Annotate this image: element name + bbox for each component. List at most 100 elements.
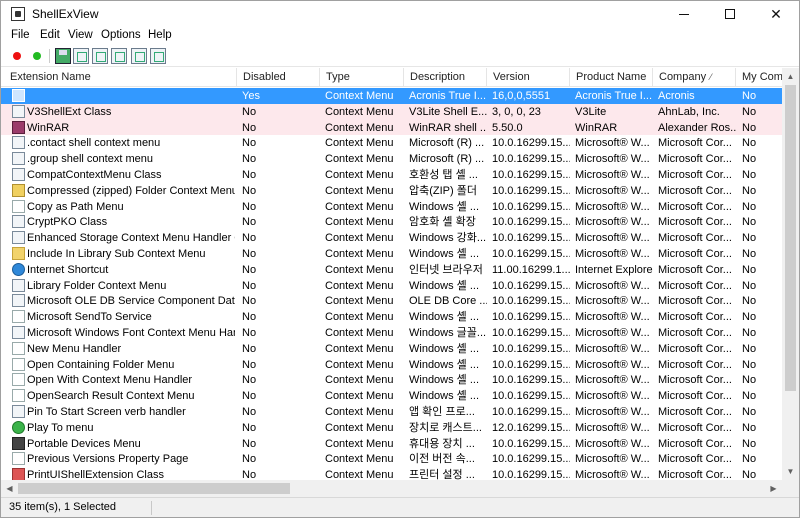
- blank-icon: [12, 199, 25, 213]
- table-row[interactable]: Yes Context Menu Acronis True I... 16,0,0,5…: [1, 88, 782, 104]
- cell-disabled: No: [242, 137, 257, 150]
- cell-mycomp: No: [742, 374, 757, 387]
- app-icon[interactable]: [11, 7, 25, 21]
- cell-name: Internet Shortcut: [27, 263, 109, 276]
- app-window: ShellExView ✕ File Edit View Options Hel…: [0, 0, 800, 518]
- disable-red-dot-icon[interactable]: [9, 48, 25, 64]
- cell-company: Microsoft Cor...: [658, 137, 732, 150]
- cell-company: Alexander Ros...: [658, 121, 736, 134]
- table-row[interactable]: V3ShellExt Class No Context Menu V3Lite She…: [1, 103, 782, 120]
- menu-file[interactable]: File: [11, 28, 30, 42]
- cell-desc: 암호화 셸 확장: [409, 216, 476, 229]
- menu-options[interactable]: Options: [101, 28, 141, 42]
- scroll-down-arrow-icon[interactable]: ▼: [782, 463, 799, 480]
- table-row[interactable]: .contact shell context menu No Context Men…: [1, 135, 782, 151]
- cell-desc: Windows 셸 ...: [409, 358, 480, 371]
- extensions-list[interactable]: Extension Name Disabled Type Description…: [1, 68, 782, 480]
- cell-type: Context Menu: [325, 374, 394, 387]
- properties-icon[interactable]: [111, 48, 127, 64]
- scroll-up-arrow-icon[interactable]: ▲: [782, 68, 799, 85]
- refresh-icon[interactable]: [73, 48, 89, 64]
- column-type[interactable]: Type: [320, 68, 404, 87]
- cell-disabled: No: [242, 295, 257, 308]
- cell-mycomp: No: [742, 105, 757, 118]
- column-my-computer[interactable]: My Com: [736, 68, 782, 87]
- cell-name: CryptPKO Class: [27, 216, 108, 229]
- table-row[interactable]: Microsoft OLE DB Service Component Data …: [1, 293, 782, 309]
- title-bar[interactable]: ShellExView ✕: [1, 1, 799, 27]
- table-row[interactable]: Internet Shortcut No Context Menu 인터넷 브라우저 1…: [1, 262, 782, 278]
- zip-icon: [12, 183, 25, 197]
- horizontal-scrollbar[interactable]: ◀ ▶: [1, 480, 782, 497]
- cell-name: OpenSearch Result Context Menu: [27, 390, 195, 403]
- table-row[interactable]: Open Containing Folder Menu No Context Men…: [1, 357, 782, 373]
- cell-desc: Windows 셸 ...: [409, 279, 480, 292]
- column-extension-name[interactable]: Extension Name: [4, 68, 237, 87]
- table-row[interactable]: Play To menu No Context Menu 장치로 캐스트... 12.0…: [1, 420, 782, 436]
- save-icon[interactable]: [55, 48, 71, 64]
- table-row[interactable]: OpenSearch Result Context Menu No Context …: [1, 388, 782, 404]
- cell-version: 10.0.16299.15...: [492, 137, 570, 150]
- cell-version: 10.0.16299.15...: [492, 453, 570, 466]
- menu-view[interactable]: View: [68, 28, 93, 42]
- table-row[interactable]: PrintUIShellExtension Class No Context Men…: [1, 467, 782, 480]
- table-row[interactable]: Portable Devices Menu No Context Menu 휴대용 장…: [1, 436, 782, 452]
- generic-icon: [12, 404, 25, 418]
- scroll-left-arrow-icon[interactable]: ◀: [1, 480, 18, 497]
- table-row[interactable]: Enhanced Storage Context Menu Handler Cl…: [1, 230, 782, 246]
- vertical-scroll-thumb[interactable]: [785, 85, 796, 391]
- cell-disabled: No: [242, 247, 257, 260]
- cell-company: Microsoft Cor...: [658, 390, 732, 403]
- cell-product: Microsoft® W...: [575, 326, 650, 339]
- table-row[interactable]: .group shell context menu No Context Menu M…: [1, 151, 782, 167]
- cell-version: 10.0.16299.15...: [492, 279, 570, 292]
- column-company[interactable]: Company ⁄: [653, 68, 736, 87]
- horizontal-scroll-thumb[interactable]: [18, 483, 290, 494]
- menu-help[interactable]: Help: [148, 28, 172, 42]
- cell-product: Microsoft® W...: [575, 232, 650, 245]
- exit-icon[interactable]: [150, 48, 166, 64]
- table-row[interactable]: Pin To Start Screen verb handler No Contex…: [1, 404, 782, 420]
- cell-mycomp: No: [742, 295, 757, 308]
- cell-product: WinRAR: [575, 121, 618, 134]
- cell-product: Microsoft® W...: [575, 374, 650, 387]
- table-row[interactable]: Library Folder Context Menu No Context Men…: [1, 278, 782, 294]
- copy-icon[interactable]: [92, 48, 108, 64]
- table-row[interactable]: Previous Versions Property Page No Context…: [1, 451, 782, 467]
- column-product-name[interactable]: Product Name: [570, 68, 653, 87]
- cell-product: Microsoft® W...: [575, 421, 650, 434]
- cell-desc: Windows 셸 ...: [409, 374, 480, 387]
- generic-icon: [12, 136, 25, 150]
- close-button[interactable]: ✕: [753, 1, 799, 27]
- enable-green-dot-icon[interactable]: [29, 48, 45, 64]
- table-row[interactable]: Open With Context Menu Handler No Context …: [1, 372, 782, 388]
- cell-disabled: No: [242, 216, 257, 229]
- table-row[interactable]: CompatContextMenu Class No Context Menu 호환성…: [1, 167, 782, 183]
- status-text: 35 item(s), 1 Selected: [9, 501, 116, 513]
- cell-desc: WinRAR shell ...: [409, 121, 487, 134]
- rar-icon: [12, 120, 25, 134]
- printer-icon: [12, 468, 25, 480]
- maximize-button[interactable]: [707, 1, 753, 27]
- cell-disabled: No: [242, 453, 257, 466]
- table-row[interactable]: New Menu Handler No Context Menu Windows 셸 …: [1, 341, 782, 357]
- column-version[interactable]: Version: [487, 68, 570, 87]
- cell-product: Microsoft® W...: [575, 200, 650, 213]
- vertical-scrollbar[interactable]: ▲ ▼: [782, 68, 799, 480]
- table-row[interactable]: Microsoft Windows Font Context Menu Han.…: [1, 325, 782, 341]
- table-row[interactable]: WinRAR No Context Menu WinRAR shell ... 5.50…: [1, 119, 782, 136]
- column-disabled[interactable]: Disabled: [237, 68, 320, 87]
- column-description[interactable]: Description: [404, 68, 487, 87]
- table-row[interactable]: CryptPKO Class No Context Menu 암호화 셸 확장 10.0…: [1, 214, 782, 230]
- table-row[interactable]: Include In Library Sub Context Menu No Con…: [1, 246, 782, 262]
- minimize-button[interactable]: [661, 1, 707, 27]
- table-row[interactable]: Microsoft SendTo Service No Context Menu Wi…: [1, 309, 782, 325]
- find-icon[interactable]: [131, 48, 147, 64]
- scroll-right-arrow-icon[interactable]: ▶: [765, 480, 782, 497]
- status-bar: 35 item(s), 1 Selected: [1, 497, 799, 517]
- table-row[interactable]: Compressed (zipped) Folder Context Menu N…: [1, 183, 782, 199]
- menu-edit[interactable]: Edit: [40, 28, 60, 42]
- table-row[interactable]: Copy as Path Menu No Context Menu Windows 셸…: [1, 199, 782, 215]
- cell-desc: 인터넷 브라우저: [409, 263, 483, 276]
- cell-name: CompatContextMenu Class: [27, 168, 162, 181]
